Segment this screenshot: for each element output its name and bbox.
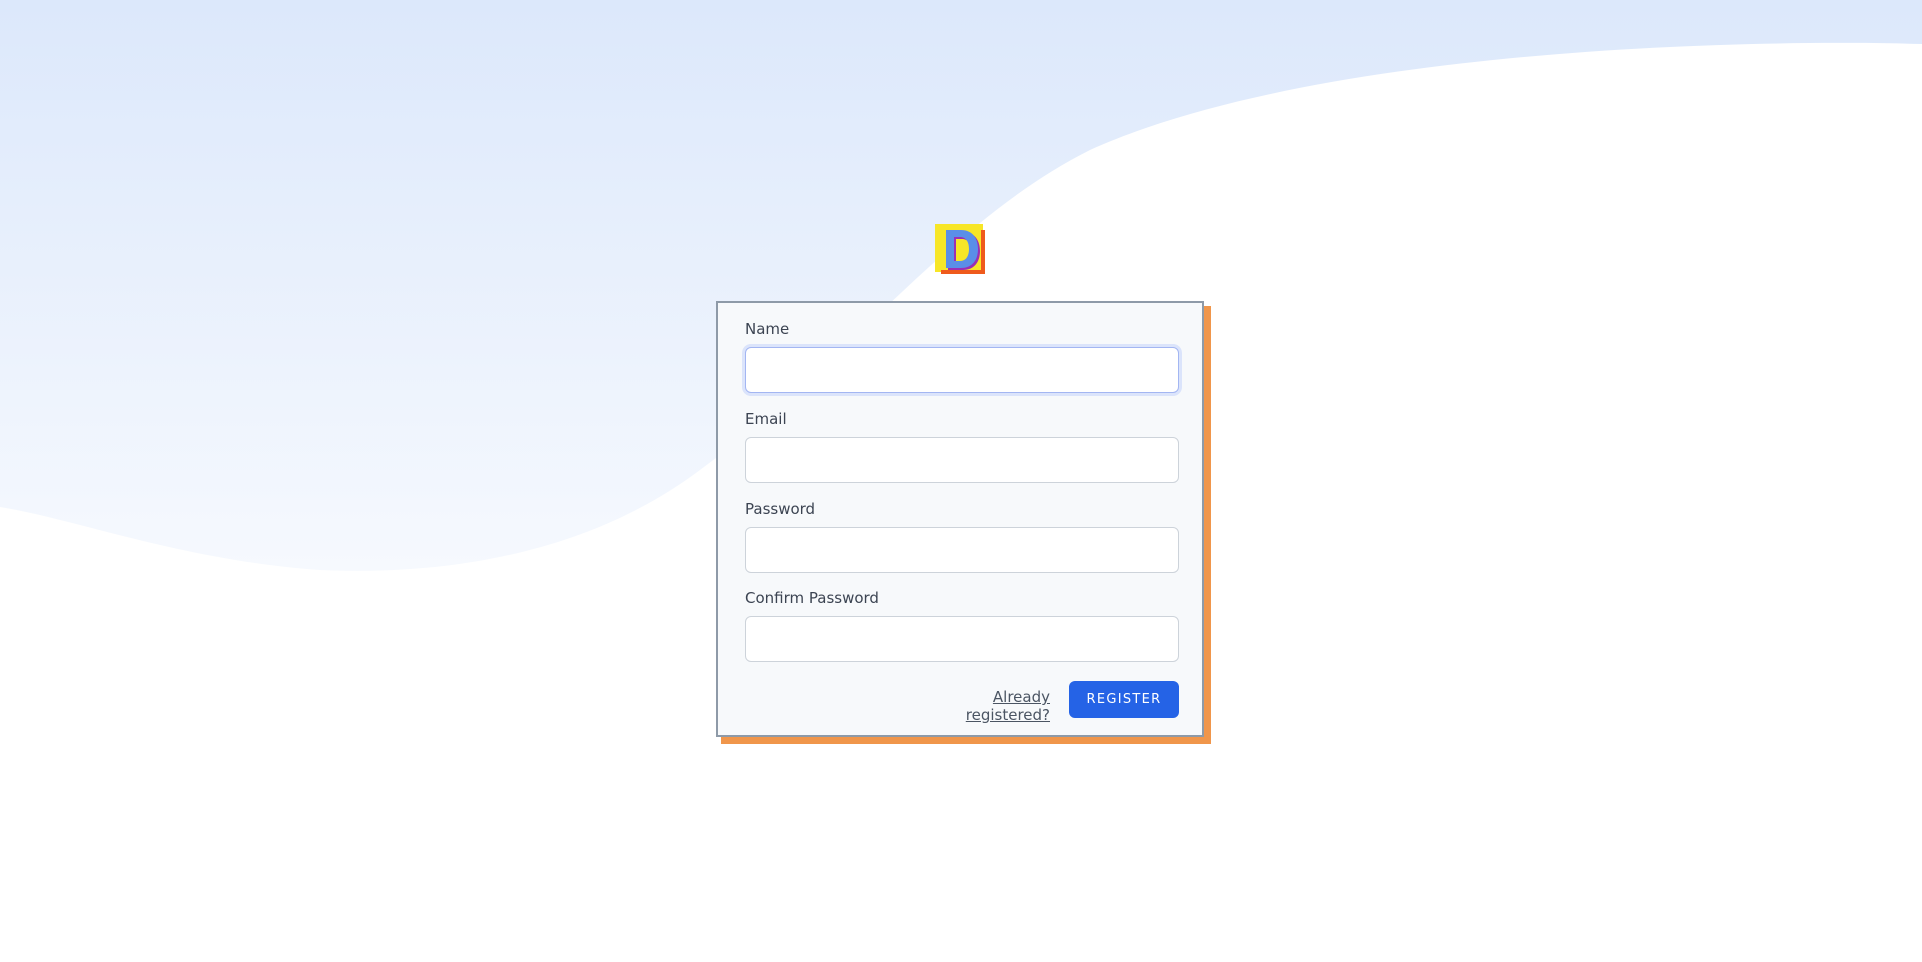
name-field-group: Name (745, 319, 1179, 393)
password-label: Password (745, 500, 816, 518)
name-label: Name (745, 320, 790, 338)
confirm-password-label: Confirm Password (745, 589, 879, 607)
password-input[interactable] (745, 527, 1179, 573)
register-form: Name Email Password Confirm Password Alr… (716, 301, 1204, 737)
confirm-password-input[interactable] (745, 616, 1179, 662)
email-field-group: Email (745, 409, 1179, 483)
page: Name Email Password Confirm Password Alr… (0, 0, 1922, 962)
app-logo (935, 224, 985, 274)
name-input[interactable] (745, 347, 1179, 393)
already-registered-link[interactable]: Already registered? (916, 688, 1050, 724)
email-label: Email (745, 410, 787, 428)
email-input[interactable] (745, 437, 1179, 483)
register-button[interactable]: REGISTER (1069, 681, 1179, 718)
confirm-password-field-group: Confirm Password (745, 588, 1179, 662)
password-field-group: Password (745, 499, 1179, 573)
